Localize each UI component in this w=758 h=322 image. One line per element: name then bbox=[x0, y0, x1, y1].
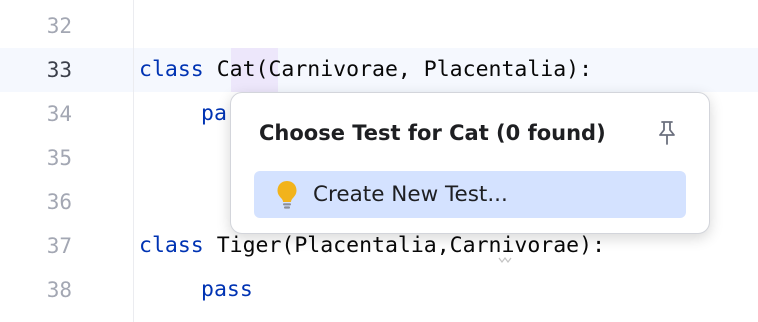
gutter-separator bbox=[133, 0, 134, 322]
line-number[interactable]: 36 bbox=[0, 180, 72, 224]
code-line-38[interactable]: pass bbox=[201, 268, 253, 312]
code-line-33[interactable]: class Cat(Carnivorae, Placentalia): bbox=[139, 48, 592, 92]
warning-squiggle bbox=[498, 257, 512, 263]
lightbulb-icon bbox=[277, 181, 297, 209]
code-line-34[interactable]: pa bbox=[201, 92, 227, 136]
keyword-partial: pa bbox=[201, 101, 227, 126]
class-declaration: Tiger(Placentalia,Carnivorae): bbox=[216, 233, 606, 258]
line-number[interactable]: 34 bbox=[0, 92, 72, 136]
keyword: class bbox=[139, 57, 204, 82]
line-number[interactable]: 35 bbox=[0, 136, 72, 180]
create-new-test-label: Create New Test... bbox=[313, 182, 508, 207]
pin-icon[interactable] bbox=[655, 119, 679, 147]
line-number[interactable]: 32 bbox=[0, 4, 72, 48]
line-number-current[interactable]: 33 bbox=[0, 48, 72, 92]
class-declaration: Cat(Carnivorae, Placentalia): bbox=[216, 57, 593, 82]
create-new-test-item[interactable]: Create New Test... bbox=[254, 171, 686, 218]
popup-title: Choose Test for Cat (0 found) bbox=[259, 121, 606, 145]
choose-test-popup: Choose Test for Cat (0 found) Create New… bbox=[230, 92, 710, 234]
keyword: pass bbox=[201, 277, 253, 302]
line-number[interactable]: 38 bbox=[0, 268, 72, 312]
line-number[interactable]: 37 bbox=[0, 224, 72, 268]
keyword: class bbox=[139, 233, 204, 258]
